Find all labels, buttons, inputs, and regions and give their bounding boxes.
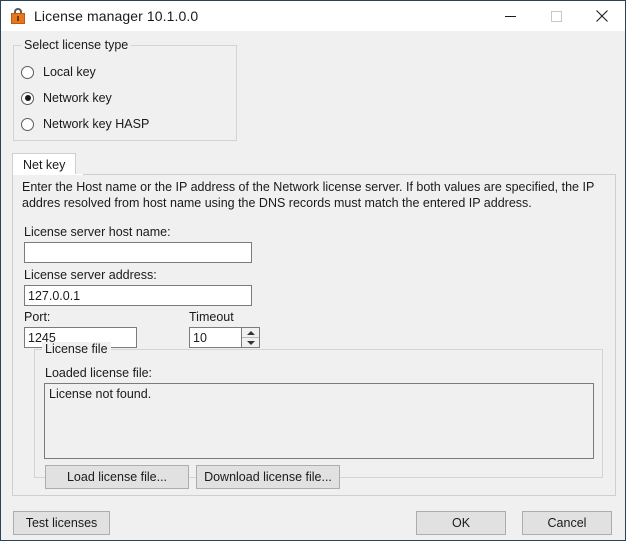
radio-local-key-label: Local key bbox=[43, 65, 96, 79]
host-name-input[interactable] bbox=[24, 242, 252, 263]
license-manager-window: License manager 10.1.0.0 Select bbox=[0, 0, 626, 541]
close-icon bbox=[596, 10, 608, 22]
test-licenses-button[interactable]: Test licenses bbox=[13, 511, 110, 535]
radio-network-key-indicator bbox=[21, 92, 34, 105]
minimize-button[interactable] bbox=[487, 1, 533, 31]
title-bar: License manager 10.1.0.0 bbox=[1, 1, 625, 31]
port-label: Port: bbox=[24, 310, 50, 324]
radio-network-key[interactable]: Network key bbox=[21, 89, 112, 107]
timeout-spinner[interactable]: 10 bbox=[189, 327, 260, 348]
tab-headers: Net key bbox=[12, 153, 76, 175]
radio-network-key-label: Network key bbox=[43, 91, 112, 105]
server-address-input[interactable]: 127.0.0.1 bbox=[24, 285, 252, 306]
radio-network-key-hasp[interactable]: Network key HASP bbox=[21, 115, 149, 133]
net-key-description: Enter the Host name or the IP address of… bbox=[22, 179, 608, 211]
radio-local-key-indicator bbox=[21, 66, 34, 79]
server-address-label: License server address: bbox=[24, 268, 157, 282]
license-file-legend: License file bbox=[42, 342, 111, 356]
tab-net-key-label: Net key bbox=[23, 158, 65, 172]
host-name-label: License server host name: bbox=[24, 225, 171, 239]
chevron-down-icon bbox=[247, 341, 255, 345]
footer-divider bbox=[1, 501, 625, 502]
radio-local-key[interactable]: Local key bbox=[21, 63, 96, 81]
timeout-value[interactable]: 10 bbox=[190, 328, 241, 347]
chevron-up-icon bbox=[247, 331, 255, 335]
window-controls bbox=[487, 1, 625, 31]
loaded-license-file-label: Loaded license file: bbox=[45, 366, 152, 380]
maximize-icon bbox=[551, 11, 562, 22]
tab-control: Net key Enter the Host name or the IP ad… bbox=[12, 153, 616, 496]
timeout-increment-button[interactable] bbox=[242, 328, 259, 338]
tab-net-key[interactable]: Net key bbox=[12, 153, 76, 175]
window-title: License manager 10.1.0.0 bbox=[34, 8, 198, 24]
timeout-spinner-buttons bbox=[241, 328, 259, 347]
padlock-icon bbox=[10, 8, 26, 24]
close-button[interactable] bbox=[579, 1, 625, 31]
timeout-decrement-button[interactable] bbox=[242, 338, 259, 347]
load-license-file-button[interactable]: Load license file... bbox=[45, 465, 189, 489]
ok-button[interactable]: OK bbox=[416, 511, 506, 535]
timeout-label: Timeout bbox=[189, 310, 234, 324]
radio-network-key-hasp-indicator bbox=[21, 118, 34, 131]
maximize-button[interactable] bbox=[533, 1, 579, 31]
radio-network-key-hasp-label: Network key HASP bbox=[43, 117, 149, 131]
tab-panel-seam bbox=[13, 174, 83, 175]
minimize-icon bbox=[505, 11, 516, 22]
download-license-file-button[interactable]: Download license file... bbox=[196, 465, 340, 489]
loaded-license-file-output: License not found. bbox=[44, 383, 594, 459]
cancel-button[interactable]: Cancel bbox=[522, 511, 612, 535]
select-license-type-legend: Select license type bbox=[21, 38, 131, 52]
